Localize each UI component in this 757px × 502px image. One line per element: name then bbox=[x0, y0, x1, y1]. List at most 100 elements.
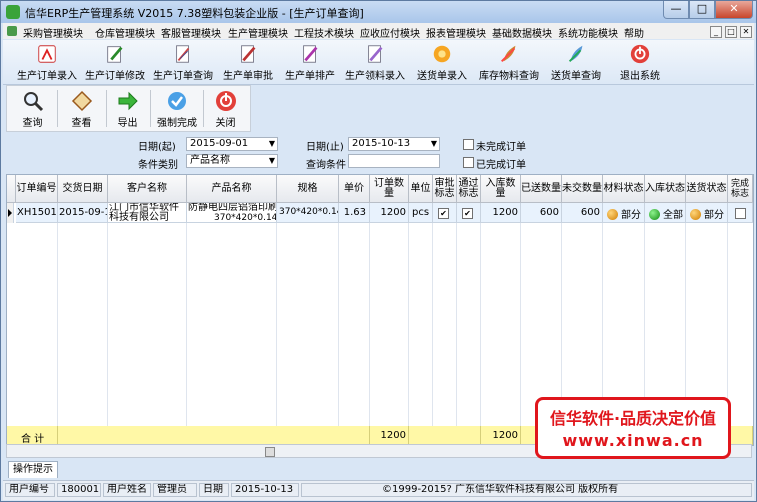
grid-line bbox=[369, 223, 370, 426]
col-delivery-status[interactable]: 送货状态 bbox=[686, 175, 728, 203]
close-query-button[interactable]: 关闭 bbox=[203, 86, 248, 131]
table-row-cell-sent[interactable]: 600 bbox=[521, 203, 562, 223]
order-query-button[interactable]: 生产订单查询 bbox=[151, 41, 215, 83]
col-approve-flag[interactable]: 审批标志 bbox=[433, 175, 457, 203]
unfinished-orders-checkbox[interactable] bbox=[463, 139, 474, 150]
table-row-cell-qty[interactable]: 1200 bbox=[370, 203, 409, 223]
condition-input[interactable] bbox=[348, 154, 440, 168]
close-button[interactable]: ✕ bbox=[715, 1, 753, 19]
inventory-query-button[interactable]: 库存物料查询 bbox=[475, 41, 543, 83]
delivery-query-button[interactable]: 送货单查询 bbox=[547, 41, 605, 83]
mdi-close-button[interactable]: ✕ bbox=[740, 26, 752, 38]
table-row-cell-product[interactable]: 防静电四层铝箔印刷背袋 370*420*0.14 bbox=[187, 203, 277, 223]
force-complete-icon bbox=[168, 92, 186, 110]
col-unit[interactable]: 单位 bbox=[409, 175, 433, 203]
order-approve-button[interactable]: 生产单审批 bbox=[219, 41, 277, 83]
complete-checkbox[interactable] bbox=[735, 208, 746, 219]
grid-line bbox=[602, 223, 603, 426]
col-product[interactable]: 产品名称 bbox=[187, 175, 277, 203]
magnifier-icon bbox=[23, 92, 43, 112]
table-row-cell-approve-flag[interactable]: ✔ bbox=[433, 203, 457, 223]
exit-system-button[interactable]: 退出系统 bbox=[611, 41, 669, 83]
table-row-cell-undelivered[interactable]: 600 bbox=[562, 203, 603, 223]
date-start-picker[interactable]: 2015-09-01 ▼ bbox=[186, 137, 278, 151]
partial-status-icon bbox=[690, 209, 701, 220]
app-icon bbox=[6, 5, 20, 19]
mdi-restore-button[interactable]: □ bbox=[725, 26, 737, 38]
col-customer[interactable]: 客户名称 bbox=[108, 175, 187, 203]
summary-qty-cell: 1200 bbox=[370, 426, 409, 445]
force-complete-button[interactable]: 强制完成 bbox=[151, 86, 203, 131]
menu-service[interactable]: 客服管理模块 bbox=[161, 25, 221, 40]
menu-purchase[interactable]: 采购管理模块 bbox=[23, 25, 83, 40]
menu-basedata[interactable]: 基础数据模块 bbox=[492, 25, 552, 40]
table-row-cell-delivery-date[interactable]: 2015-09-10 bbox=[58, 203, 108, 223]
col-stock-status[interactable]: 入库状态 bbox=[645, 175, 686, 203]
sub-toolbar: 查询 查看 导出 强制完成 关闭 bbox=[6, 85, 251, 132]
export-button[interactable]: 导出 bbox=[105, 86, 150, 131]
delivery-search-icon bbox=[568, 45, 583, 62]
table-row-cell-stock-status[interactable]: 全部 bbox=[645, 203, 686, 223]
condition-type-select[interactable]: 产品名称 ▼ bbox=[186, 154, 278, 168]
menu-ar-ap[interactable]: 应收应付模块 bbox=[360, 25, 420, 40]
material-issue-icon bbox=[368, 45, 383, 63]
scrollbar-thumb[interactable] bbox=[265, 447, 275, 457]
date-end-picker[interactable]: 2015-10-13 ▼ bbox=[348, 137, 440, 151]
table-row-cell-delivery-status[interactable]: 部分 bbox=[686, 203, 728, 223]
menu-engineering[interactable]: 工程技术模块 bbox=[294, 25, 354, 40]
power-close-icon bbox=[215, 91, 236, 111]
minimize-button[interactable]: — bbox=[663, 1, 689, 19]
maximize-button[interactable]: □ bbox=[689, 1, 715, 19]
menu-reports[interactable]: 报表管理模块 bbox=[426, 25, 486, 40]
table-row-cell-order-no[interactable]: XH1501 bbox=[16, 203, 58, 223]
col-stock-in[interactable]: 入库数量 bbox=[481, 175, 521, 203]
col-price[interactable]: 单价 bbox=[339, 175, 370, 203]
grid-line bbox=[57, 223, 58, 426]
table-row-cell-material-status[interactable]: 部分 bbox=[603, 203, 645, 223]
status-date-label: 日期 bbox=[199, 483, 229, 497]
approve-checkbox[interactable]: ✔ bbox=[438, 208, 449, 219]
status-copyright: ©1999-2015? 广东信华软件科技有限公司 版权所有 bbox=[301, 483, 752, 497]
table-row-cell-price[interactable]: 1.63 bbox=[339, 203, 370, 223]
col-qty[interactable]: 订单数量 bbox=[370, 175, 409, 203]
mdi-child-icon bbox=[7, 26, 17, 36]
order-schedule-button[interactable]: 生产单排产 bbox=[281, 41, 339, 83]
table-row-cell-pass-flag[interactable]: ✔ bbox=[457, 203, 481, 223]
view-button[interactable]: 查看 bbox=[59, 86, 104, 131]
mdi-minimize-button[interactable]: _ bbox=[710, 26, 722, 38]
col-material-status[interactable]: 材料状态 bbox=[603, 175, 645, 203]
table-row-cell-customer[interactable]: 江门市信华软件科技有限公司 bbox=[108, 203, 187, 223]
menu-production[interactable]: 生产管理模块 bbox=[228, 25, 288, 40]
col-sent[interactable]: 已送数量 bbox=[521, 175, 562, 203]
col-complete-flag[interactable]: 完成标志 bbox=[728, 175, 753, 203]
grid-line bbox=[276, 223, 277, 426]
menu-help[interactable]: 帮助 bbox=[624, 25, 644, 40]
col-undelivered[interactable]: 未交数量 bbox=[562, 175, 603, 203]
table-row-cell-unit[interactable]: pcs bbox=[409, 203, 433, 223]
chevron-down-icon: ▼ bbox=[430, 139, 437, 148]
order-entry-button[interactable]: 生产订单录入 bbox=[15, 41, 79, 83]
material-issue-button[interactable]: 生产领料录入 bbox=[343, 41, 407, 83]
query-button[interactable]: 查询 bbox=[10, 86, 55, 131]
delivery-entry-button[interactable]: 送货单录入 bbox=[413, 41, 471, 83]
col-pass-flag[interactable]: 通过标志 bbox=[457, 175, 481, 203]
col-order-no[interactable]: 订单编号 bbox=[16, 175, 58, 203]
status-user-no-label: 用户编号 bbox=[5, 483, 55, 497]
menu-warehouse[interactable]: 仓库管理模块 bbox=[95, 25, 155, 40]
table-row-cell-spec[interactable]: 370*420*0.14 bbox=[277, 203, 339, 223]
table-row-cell-complete-flag[interactable] bbox=[728, 203, 753, 223]
row-indicator[interactable] bbox=[7, 203, 14, 223]
summary-label-cell: 合 计 bbox=[7, 426, 58, 445]
pdf-scissors-icon bbox=[38, 45, 56, 63]
grid-line bbox=[685, 223, 686, 426]
pass-checkbox[interactable]: ✔ bbox=[462, 208, 473, 219]
tab-operation-tips[interactable]: 操作提示 bbox=[8, 461, 58, 478]
menu-system[interactable]: 系统功能模块 bbox=[558, 25, 618, 40]
table-row-cell-stock-in[interactable]: 1200 bbox=[481, 203, 521, 223]
grid-line bbox=[561, 223, 562, 426]
col-delivery-date[interactable]: 交货日期 bbox=[58, 175, 108, 203]
order-edit-button[interactable]: 生产订单修改 bbox=[83, 41, 147, 83]
finished-orders-checkbox[interactable] bbox=[463, 157, 474, 168]
col-spec[interactable]: 规格 bbox=[277, 175, 339, 203]
title-bar: 信华ERP生产管理系统 V2015 7.38塑料包装企业版 - [生产订单查询]… bbox=[1, 1, 756, 23]
